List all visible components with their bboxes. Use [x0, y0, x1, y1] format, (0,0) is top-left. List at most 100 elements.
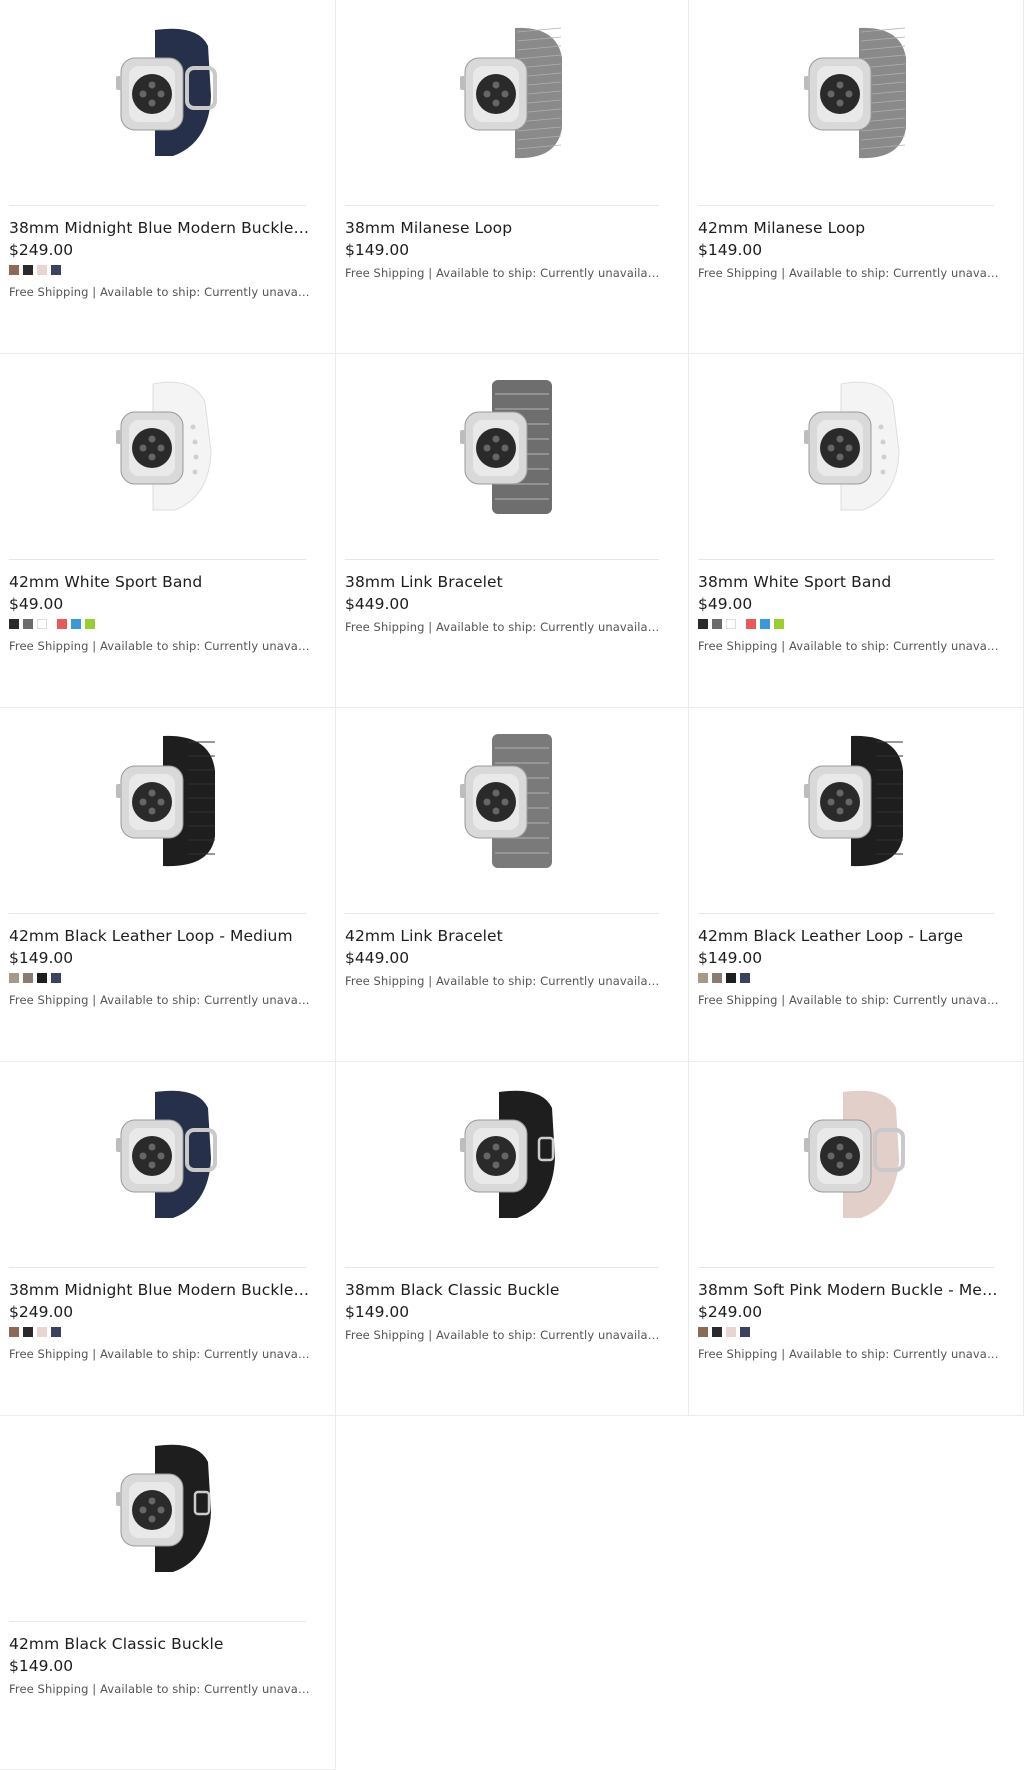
product-image[interactable]: [437, 1080, 587, 1230]
color-swatch[interactable]: [9, 619, 19, 629]
color-swatch[interactable]: [85, 619, 95, 629]
color-swatch[interactable]: [712, 1327, 722, 1337]
product-card[interactable]: 38mm White Sport Band $49.00 Free Shipping…: [689, 354, 1024, 708]
color-swatch[interactable]: [37, 619, 47, 629]
product-card[interactable]: 38mm Soft Pink Modern Buckle - Medium $24…: [689, 1062, 1024, 1416]
product-title[interactable]: 38mm Midnight Blue Modern Buckle - Mediu…: [9, 1281, 311, 1299]
color-swatch[interactable]: [746, 619, 756, 629]
color-swatch[interactable]: [23, 1327, 33, 1337]
product-title[interactable]: 42mm Black Classic Buckle: [9, 1635, 311, 1653]
product-title[interactable]: 42mm Black Leather Loop - Medium: [9, 927, 311, 945]
color-swatch[interactable]: [37, 265, 47, 275]
color-swatch[interactable]: [698, 619, 708, 629]
product-image[interactable]: [93, 1080, 243, 1230]
color-swatch[interactable]: [23, 265, 33, 275]
product-price: $49.00: [698, 595, 753, 613]
color-swatches: [9, 973, 61, 983]
watch-band-image: [460, 734, 552, 868]
watch-band-image: [460, 27, 562, 159]
product-price: $49.00: [9, 595, 64, 613]
product-card[interactable]: 38mm Midnight Blue Modern Buckle - Mediu…: [0, 1062, 336, 1416]
product-card[interactable]: 42mm Black Leather Loop - Large $149.00 Fr…: [689, 708, 1024, 1062]
color-swatches: [9, 1327, 61, 1337]
product-title[interactable]: 38mm Link Bracelet: [345, 573, 664, 591]
color-swatch[interactable]: [740, 1327, 750, 1337]
color-swatch[interactable]: [51, 265, 61, 275]
shipping-info: Free Shipping | Available to ship: Curre…: [345, 1328, 664, 1342]
shipping-info: Free Shipping | Available to ship: Curre…: [9, 1682, 311, 1696]
product-card[interactable]: 42mm Black Classic Buckle $149.00 Free Shi…: [0, 1416, 336, 1770]
product-price: $149.00: [345, 241, 410, 259]
shipping-info: Free Shipping | Available to ship: Curre…: [9, 1347, 311, 1361]
color-swatch[interactable]: [71, 619, 81, 629]
product-title[interactable]: 38mm Soft Pink Modern Buckle - Medium: [698, 1281, 999, 1299]
product-title[interactable]: 42mm White Sport Band: [9, 573, 311, 591]
product-image[interactable]: [93, 726, 243, 876]
product-card[interactable]: 42mm White Sport Band $49.00 Free Shipping…: [0, 354, 336, 708]
color-swatch[interactable]: [23, 973, 33, 983]
divider: [698, 559, 994, 560]
divider: [9, 205, 306, 206]
product-title[interactable]: 38mm Midnight Blue Modern Buckle - Mediu…: [9, 219, 311, 237]
watch-band-image: [804, 1090, 905, 1218]
color-swatch[interactable]: [712, 973, 722, 983]
color-swatch[interactable]: [698, 973, 708, 983]
product-card[interactable]: 38mm Black Classic Buckle $149.00 Free Shi…: [336, 1062, 689, 1416]
color-swatch[interactable]: [698, 1327, 708, 1337]
product-title[interactable]: 42mm Black Leather Loop - Large: [698, 927, 999, 945]
watch-band-image: [460, 380, 552, 514]
shipping-info: Free Shipping | Available to ship: Curre…: [345, 620, 664, 634]
product-card[interactable]: 38mm Link Bracelet $449.00 Free Shipping |…: [336, 354, 689, 708]
color-swatch[interactable]: [712, 619, 722, 629]
product-image[interactable]: [781, 726, 931, 876]
product-title[interactable]: 42mm Milanese Loop: [698, 219, 999, 237]
product-card[interactable]: 42mm Black Leather Loop - Medium $149.00 F…: [0, 708, 336, 1062]
product-title[interactable]: 38mm Milanese Loop: [345, 219, 664, 237]
product-title[interactable]: 38mm White Sport Band: [698, 573, 999, 591]
product-image[interactable]: [93, 372, 243, 522]
product-image[interactable]: [437, 372, 587, 522]
divider: [345, 913, 659, 914]
color-swatch[interactable]: [774, 619, 784, 629]
color-swatch[interactable]: [726, 973, 736, 983]
shipping-info: Free Shipping | Available to ship: Curre…: [698, 1347, 999, 1361]
watch-band-image: [460, 1090, 555, 1218]
product-image[interactable]: [781, 372, 931, 522]
color-swatch[interactable]: [37, 1327, 47, 1337]
color-swatch[interactable]: [9, 973, 19, 983]
shipping-info: Free Shipping | Available to ship: Curre…: [9, 285, 311, 299]
color-swatch[interactable]: [726, 1327, 736, 1337]
color-swatch[interactable]: [37, 973, 47, 983]
color-swatches: [698, 973, 750, 983]
product-card[interactable]: 42mm Link Bracelet $449.00 Free Shipping |…: [336, 708, 689, 1062]
shipping-info: Free Shipping | Available to ship: Curre…: [345, 266, 664, 280]
color-swatch[interactable]: [9, 265, 19, 275]
color-swatch[interactable]: [760, 619, 770, 629]
product-title[interactable]: 42mm Link Bracelet: [345, 927, 664, 945]
color-swatch[interactable]: [726, 619, 736, 629]
product-image[interactable]: [781, 1080, 931, 1230]
watch-band-image: [115, 1444, 211, 1572]
shipping-info: Free Shipping | Available to ship: Curre…: [698, 266, 999, 280]
product-card[interactable]: 38mm Milanese Loop $149.00 Free Shipping |…: [336, 0, 689, 354]
color-swatches: [9, 619, 95, 629]
divider: [9, 1621, 306, 1622]
product-price: $249.00: [9, 241, 74, 259]
watch-band-image: [115, 735, 215, 867]
divider: [698, 1267, 994, 1268]
product-image[interactable]: [93, 18, 243, 168]
color-swatch[interactable]: [740, 973, 750, 983]
color-swatch[interactable]: [51, 1327, 61, 1337]
product-title[interactable]: 38mm Black Classic Buckle: [345, 1281, 664, 1299]
product-card[interactable]: 38mm Midnight Blue Modern Buckle - Mediu…: [0, 0, 336, 354]
color-swatch[interactable]: [23, 619, 33, 629]
product-image[interactable]: [781, 18, 931, 168]
color-swatch[interactable]: [57, 619, 67, 629]
color-swatch[interactable]: [9, 1327, 19, 1337]
product-card[interactable]: 42mm Milanese Loop $149.00 Free Shipping |…: [689, 0, 1024, 354]
product-image[interactable]: [93, 1434, 243, 1584]
product-price: $149.00: [9, 1657, 74, 1675]
product-image[interactable]: [437, 726, 587, 876]
product-image[interactable]: [437, 18, 587, 168]
color-swatch[interactable]: [51, 973, 61, 983]
